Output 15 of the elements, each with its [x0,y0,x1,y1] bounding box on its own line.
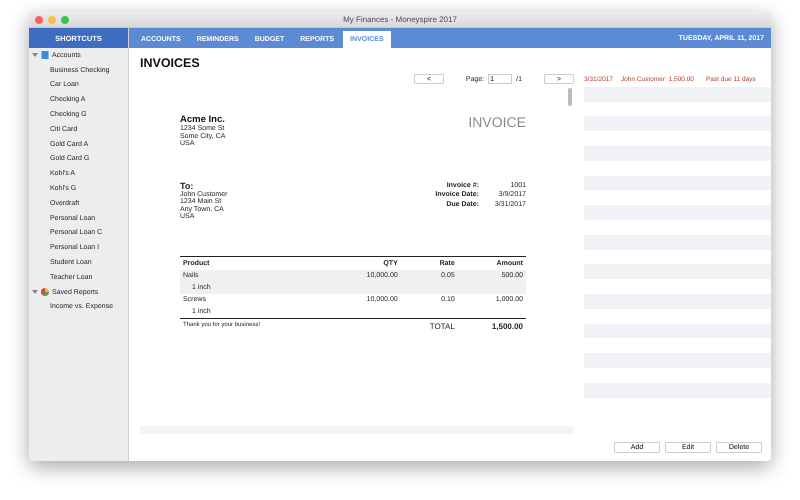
page-title: INVOICES [140,56,200,70]
disclosure-triangle-icon[interactable] [32,52,38,58]
total-label: TOTAL [430,322,455,330]
disclosure-triangle-icon[interactable] [32,289,38,296]
minimize-button[interactable] [48,16,56,24]
window-title: My Finances - Moneyspire 2017 [343,15,457,24]
total-amount: 1,500.00 [492,322,523,330]
close-button[interactable] [35,16,43,24]
pie-chart-icon [41,288,49,296]
zoom-button[interactable] [61,16,69,24]
ledger-icon [41,51,49,60]
scrollbar-thumb[interactable] [568,88,572,106]
invoice-heading: INVOICE [468,114,526,132]
to-label: To: [180,180,194,190]
company-name: Acme Inc. [180,114,226,125]
